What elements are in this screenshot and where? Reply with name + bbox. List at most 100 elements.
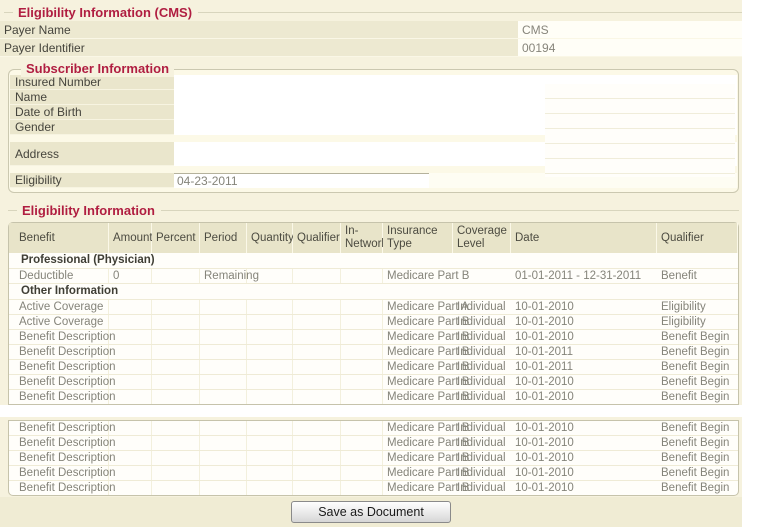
table-split-gap xyxy=(0,405,742,417)
subscriber-section-title: Subscriber Information xyxy=(21,61,174,77)
column-header: Date xyxy=(511,223,657,253)
table-cell: Benefit Description xyxy=(9,360,109,374)
table-row: Professional (Physician) xyxy=(9,253,738,268)
table-row: Benefit DescriptionMedicare Part BIndivi… xyxy=(9,344,738,359)
table-cell: Benefit Description xyxy=(9,481,109,495)
table-cell xyxy=(152,315,200,329)
subscriber-right-rows xyxy=(545,84,735,177)
table-cell xyxy=(200,436,247,450)
table-cell xyxy=(200,360,247,374)
table-cell: 10-01-2010 xyxy=(511,300,657,314)
table-cell xyxy=(152,390,200,404)
table-row: Benefit DescriptionMedicare Part BIndivi… xyxy=(9,374,738,389)
table-cell: 10-01-2010 xyxy=(511,375,657,389)
table-cell xyxy=(109,375,152,389)
table-row: Benefit Description Medicare Part BIndivi… xyxy=(9,329,738,344)
eligibility-table-body-continued: Benefit DescriptionMedicare Part BIndivi… xyxy=(9,421,738,495)
table-row: Active CoverageMedicare Part BIndividual… xyxy=(9,314,738,329)
table-row: Active CoverageMedicare Part AIndividual… xyxy=(9,299,738,314)
table-cell xyxy=(293,330,341,344)
table-cell: 10-01-2010 xyxy=(511,436,657,450)
table-cell xyxy=(293,315,341,329)
table-cell xyxy=(341,345,383,359)
table-cell: Eligibility xyxy=(657,315,738,329)
table-cell xyxy=(293,466,341,480)
table-row: Benefit DescriptionMedicare Part BIndivi… xyxy=(9,389,738,404)
table-cell xyxy=(247,451,293,465)
payer-section-title-row: Eligibility Information (CMS) xyxy=(0,3,742,21)
table-cell xyxy=(293,451,341,465)
table-cell xyxy=(341,375,383,389)
table-cell xyxy=(247,436,293,450)
table-cell xyxy=(247,421,293,435)
table-cell xyxy=(152,451,200,465)
table-cell xyxy=(152,300,200,314)
table-cell: Benefit Description xyxy=(9,330,109,344)
table-cell xyxy=(109,451,152,465)
table-cell: Remaining xyxy=(200,269,247,283)
table-cell xyxy=(109,360,152,374)
table-cell: Individual xyxy=(453,466,511,480)
column-header: Insurance Type xyxy=(383,223,453,253)
table-cell xyxy=(152,421,200,435)
table-cell xyxy=(453,269,511,283)
table-cell xyxy=(341,481,383,495)
table-cell: Medicare Part B xyxy=(383,421,453,435)
table-cell: Medicare Part B xyxy=(383,345,453,359)
table-cell: Individual xyxy=(453,360,511,374)
save-as-document-button[interactable]: Save as Document xyxy=(291,501,451,523)
table-cell: Benefit Begin xyxy=(657,390,738,404)
table-cell: Benefit xyxy=(657,269,738,283)
table-cell: Medicare Part B xyxy=(383,451,453,465)
table-cell: Individual xyxy=(453,451,511,465)
column-header: Amount xyxy=(109,223,152,253)
table-cell xyxy=(152,375,200,389)
table-row: Benefit DescriptionMedicare Part BIndivi… xyxy=(9,480,738,495)
table-cell: Active Coverage xyxy=(9,300,109,314)
table-cell xyxy=(293,436,341,450)
table-cell: Benefit Description xyxy=(9,466,109,480)
table-cell xyxy=(247,345,293,359)
table-cell xyxy=(109,330,152,344)
table-cell: 10-01-2011 xyxy=(511,345,657,359)
table-cell: Benefit Begin xyxy=(657,436,738,450)
payer-rows: Payer NameCMSPayer Identifier00194 xyxy=(0,21,742,57)
table-cell xyxy=(341,315,383,329)
table-cell: 10-01-2010 xyxy=(511,451,657,465)
eligibility-section-title: Eligibility Information xyxy=(22,203,155,218)
table-cell: Medicare Part B xyxy=(383,330,453,344)
table-cell xyxy=(152,466,200,480)
table-cell xyxy=(293,300,341,314)
table-cell: Medicare Part B xyxy=(383,481,453,495)
table-cell: Individual xyxy=(453,315,511,329)
table-cell xyxy=(293,269,341,283)
payer-row-label: Payer Name xyxy=(0,21,518,38)
table-cell xyxy=(152,360,200,374)
footer-bar: Save as Document xyxy=(0,497,742,527)
table-cell xyxy=(247,300,293,314)
table-cell: 0 xyxy=(109,269,152,283)
table-group-header: Other Information xyxy=(9,284,738,299)
table-row: Other Information xyxy=(9,283,738,299)
column-header: In-Network xyxy=(341,223,383,253)
table-cell: 10-01-2010 xyxy=(511,315,657,329)
table-cell xyxy=(200,466,247,480)
table-cell: Benefit Begin xyxy=(657,421,738,435)
subscriber-section: Subscriber Information Insured NumberNam… xyxy=(8,69,739,193)
table-cell: Medicare Part B xyxy=(383,315,453,329)
table-cell xyxy=(247,375,293,389)
table-cell: Individual xyxy=(453,330,511,344)
table-cell: 10-01-2010 xyxy=(511,421,657,435)
table-cell: Medicare Part B xyxy=(383,360,453,374)
column-header: Coverage Level xyxy=(453,223,511,253)
table-cell xyxy=(152,436,200,450)
table-cell: 10-01-2010 xyxy=(511,466,657,480)
subscriber-row-label: Gender xyxy=(10,120,174,135)
table-cell: Medicare Part A xyxy=(383,300,453,314)
eligibility-table-header: BenefitAmountPercentPeriodQuantityQualif… xyxy=(9,223,738,253)
table-cell xyxy=(247,360,293,374)
table-cell: 01-01-2011 - 12-31-2011 xyxy=(511,269,657,283)
table-cell xyxy=(152,269,200,283)
table-cell xyxy=(341,269,383,283)
table-cell xyxy=(247,466,293,480)
